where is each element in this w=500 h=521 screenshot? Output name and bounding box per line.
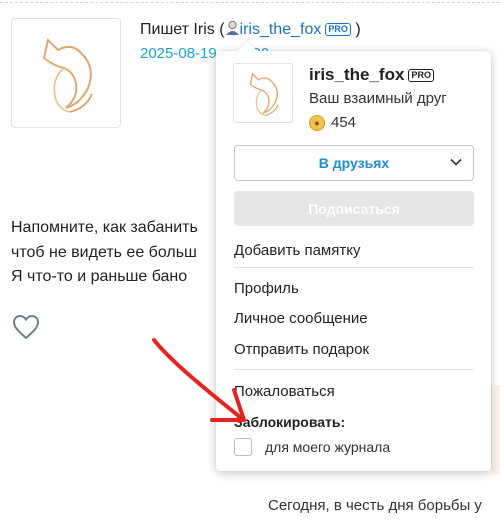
post-avatar[interactable] <box>11 18 121 128</box>
like-button[interactable] <box>12 314 40 345</box>
coins-count: 454 <box>331 114 357 131</box>
post-text-line: Напомните, как забанить <box>11 219 198 236</box>
popup-avatar[interactable] <box>233 63 293 123</box>
coins-balance: ● 454 <box>309 114 356 131</box>
block-option-label[interactable]: для моего журнала <box>265 439 390 455</box>
subscribe-button[interactable]: Подписаться <box>234 191 474 226</box>
divider <box>234 369 474 370</box>
block-section-title: Заблокировать: <box>234 414 346 430</box>
send-gift-link[interactable]: Отправить подарок <box>234 341 369 358</box>
block-option-row[interactable]: для моего журнала <box>234 438 390 456</box>
post-text-line: Я что-то и раньше бано <box>11 268 188 285</box>
friends-dropdown-label: В друзьях <box>318 155 390 171</box>
post-text-line: чтоб не видеть ее больш <box>11 243 197 261</box>
heart-icon <box>12 314 40 340</box>
profile-link[interactable]: Профиль <box>234 280 299 297</box>
private-message-link[interactable]: Личное сообщение <box>234 310 368 327</box>
add-note-link[interactable]: Добавить памятку <box>234 242 360 259</box>
author-prefix: Пишет Iris ( <box>140 21 225 38</box>
friends-dropdown[interactable]: В друзьях <box>234 145 474 181</box>
user-popup-card: iris_the_fox PRO Ваш взаимный друг ● 454 … <box>216 41 491 471</box>
popup-username[interactable]: iris_the_fox PRO <box>309 65 434 85</box>
user-icon[interactable] <box>225 20 240 36</box>
post-author-line: Пишет Iris ( iris_the_fox PRO ) <box>140 20 361 39</box>
bg-post-text: Сегодня, в честь дня борьбы у <box>268 497 482 514</box>
coin-icon: ● <box>309 114 325 131</box>
divider <box>234 267 474 268</box>
top-dashed-border <box>0 2 500 3</box>
post-body: Напомните, как забанить чтоб не видеть е… <box>11 216 198 290</box>
author-username-link[interactable]: iris_the_fox <box>240 21 322 38</box>
pro-badge: PRO <box>408 69 434 82</box>
fox-userpic-icon <box>42 38 93 113</box>
block-journal-checkbox[interactable] <box>234 438 252 456</box>
chevron-down-icon <box>450 158 462 166</box>
bg-card-edge <box>491 385 500 475</box>
relation-status: Ваш взаимный друг <box>309 90 447 107</box>
fox-userpic-icon <box>249 72 279 116</box>
popup-username-text[interactable]: iris_the_fox <box>309 65 404 84</box>
pro-badge: PRO <box>325 23 351 36</box>
author-suffix: ) <box>355 21 361 38</box>
report-link[interactable]: Пожаловаться <box>234 383 335 400</box>
